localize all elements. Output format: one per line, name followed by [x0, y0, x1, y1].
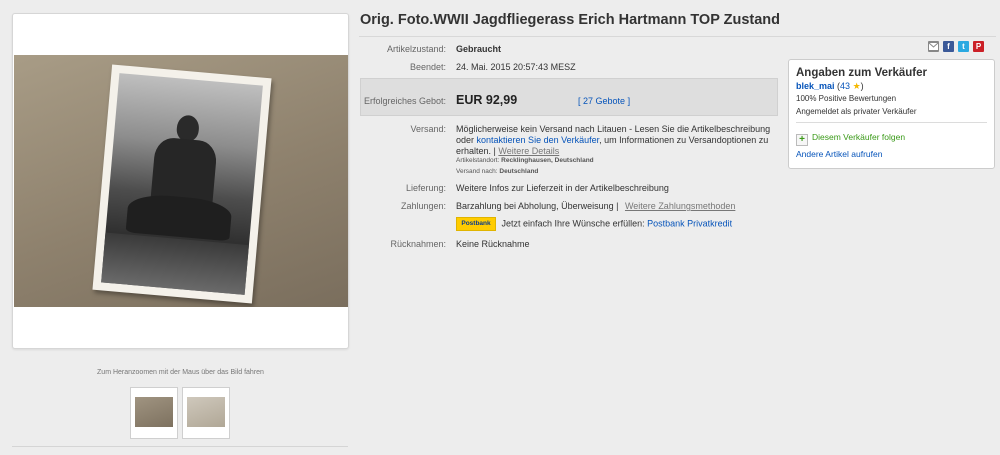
- ended-label: Beendet:: [409, 62, 446, 72]
- thumbnail-photo-front[interactable]: [130, 387, 178, 439]
- postbank-text: Jetzt einfach Ihre Wünsche erfüllen:: [501, 218, 645, 229]
- follow-seller-button[interactable]: + Diesem Verkäufer folgen: [796, 132, 905, 146]
- seller-rating-close: ): [860, 81, 864, 91]
- location-value: Recklinghausen, Deutschland: [501, 157, 594, 164]
- photo-print-image: [92, 64, 272, 304]
- postbank-credit-link[interactable]: Postbank Privatkredit: [647, 218, 732, 228]
- condition-label: Artikelzustand:: [386, 44, 446, 54]
- ships-to-value: Deutschland: [499, 168, 539, 175]
- seller-positive-feedback: 100% Positive Bewertungen: [796, 94, 897, 103]
- bid-label: Erfolgreiches Gebot:: [363, 96, 446, 106]
- payment-info: Barzahlung bei Abholung, Überweisung | W…: [456, 201, 735, 211]
- location-label: Artikelstandort:: [456, 157, 500, 164]
- payment-label: Zahlungen:: [400, 201, 446, 211]
- plus-icon: +: [796, 134, 808, 146]
- seller-heading: Angaben zum Verkäufer: [796, 67, 928, 79]
- email-icon[interactable]: [928, 41, 939, 52]
- postbank-logo[interactable]: Postbank: [456, 217, 496, 231]
- divider: [359, 36, 996, 37]
- item-photo[interactable]: [14, 55, 348, 307]
- bid-value: EUR 92,99: [456, 93, 518, 107]
- seller-name-line: blek_mai (43 ★): [796, 81, 864, 92]
- shipping-info: Möglicherweise kein Versand nach Litauen…: [456, 124, 776, 157]
- shipping-details-link[interactable]: Weitere Details: [498, 146, 559, 156]
- ships-to: Versand nach: Deutschland: [456, 168, 538, 175]
- seller-feedback-link[interactable]: 43: [840, 81, 850, 91]
- grass-foreground: [101, 232, 249, 295]
- postbank-offer: Postbank Jetzt einfach Ihre Wünsche erfü…: [456, 217, 732, 231]
- thumbnail-photo-back[interactable]: [182, 387, 230, 439]
- thumbnail-image: [135, 397, 173, 427]
- zoom-hint: Zum Heranzoomen mit der Maus über das Bi…: [97, 369, 264, 376]
- delivery-value: Weitere Infos zur Lieferzeit in der Arti…: [456, 183, 669, 193]
- delivery-label: Lieferung:: [405, 183, 446, 193]
- item-title: Orig. Foto.WWII Jagdfliegerass Erich Har…: [360, 12, 781, 28]
- condition-value: Gebraucht: [456, 44, 502, 54]
- divider: [12, 446, 348, 447]
- main-image-panel[interactable]: [12, 13, 349, 349]
- returns-label: Rücknahmen:: [390, 239, 446, 249]
- ships-to-label: Versand nach:: [456, 168, 498, 175]
- seller-name-link[interactable]: blek_mai: [796, 81, 835, 91]
- bids-count-link[interactable]: [ 27 Gebote ]: [578, 96, 630, 106]
- photo-scene: [101, 73, 263, 295]
- ended-value: 24. Mai. 2015 20:57:43 MESZ: [456, 62, 576, 72]
- thumbnail-image: [187, 397, 225, 427]
- pinterest-icon[interactable]: P: [973, 41, 984, 52]
- seller-info-panel: Angaben zum Verkäufer blek_mai (43 ★) 10…: [788, 59, 995, 169]
- bids-count-text: 27 Gebote: [583, 96, 626, 106]
- follow-label: Diesem Verkäufer folgen: [812, 132, 906, 142]
- other-items-link[interactable]: Andere Artikel aufrufen: [796, 149, 882, 159]
- twitter-icon[interactable]: t: [958, 41, 969, 52]
- divider: [796, 122, 987, 123]
- payment-methods-link[interactable]: Weitere Zahlungsmethoden: [625, 201, 735, 211]
- contact-seller-link[interactable]: kontaktieren Sie den Verkäufer: [477, 135, 600, 145]
- figure-legs: [125, 192, 233, 242]
- payment-value: Barzahlung bei Abholung, Überweisung |: [456, 201, 619, 211]
- seller-registered-as: Angemeldet als privater Verkäufer: [796, 107, 917, 116]
- facebook-icon[interactable]: f: [943, 41, 954, 52]
- star-icon: ★: [852, 81, 861, 91]
- item-location: Artikelstandort: Recklinghausen, Deutsch…: [456, 157, 594, 164]
- shipping-label: Versand:: [410, 124, 446, 134]
- returns-value: Keine Rücknahme: [456, 239, 530, 249]
